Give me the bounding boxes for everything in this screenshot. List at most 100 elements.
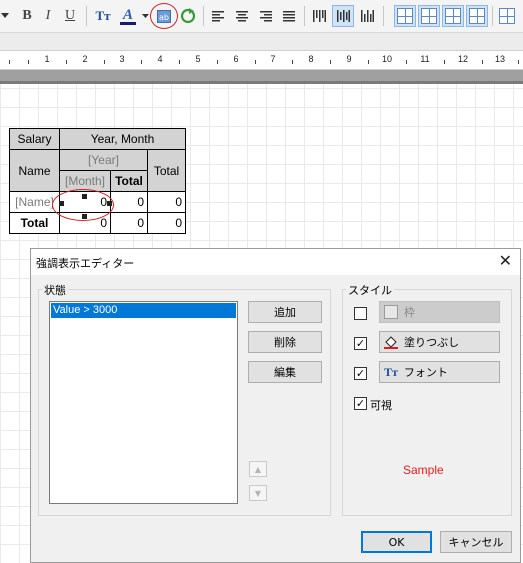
italic-button[interactable]: I <box>39 5 57 27</box>
vertical-align-bottom-icon[interactable] <box>357 5 377 27</box>
arrow-up-icon: ▲ <box>254 464 262 474</box>
selection-handle[interactable] <box>82 194 87 199</box>
ruler-mark: 4 <box>157 54 163 64</box>
page-margin-bar <box>0 70 523 84</box>
border-style-button: 枠 <box>379 301 500 323</box>
cancel-button[interactable]: キャンセル <box>440 531 512 553</box>
ruler-mark: 11 <box>420 54 430 64</box>
underline-button[interactable]: U <box>61 5 79 27</box>
horizontal-ruler: 1 2 3 4 5 6 7 8 9 10 11 12 13 <box>0 50 523 70</box>
toolbar-separator <box>203 6 204 26</box>
style-group-label: スタイル <box>346 282 394 298</box>
ruler-mark: 5 <box>195 54 201 64</box>
fill-checkbox[interactable]: ✓ <box>354 337 367 350</box>
font-label: フォント <box>403 366 448 379</box>
ruler-mark: 3 <box>119 54 125 64</box>
close-icon[interactable]: ✕ <box>499 252 512 270</box>
pivot-total-row-label[interactable]: Total <box>9 212 60 234</box>
add-button[interactable]: 追加 <box>248 301 322 323</box>
border-checkbox[interactable] <box>354 307 367 320</box>
style-sample-preview: Sample <box>403 463 444 477</box>
ruler-mark: 7 <box>270 54 276 64</box>
text-color-icon: A <box>122 6 133 23</box>
style-group <box>342 289 512 516</box>
refresh-icon[interactable] <box>178 5 198 27</box>
font-icon: Tт <box>384 364 398 379</box>
border-grid-button[interactable] <box>442 5 464 27</box>
border-grid-button[interactable] <box>466 5 488 27</box>
font-checkbox[interactable]: ✓ <box>354 367 367 380</box>
border-outer-icon <box>445 8 461 24</box>
align-center-icon[interactable] <box>232 5 252 27</box>
ruler-mark: 10 <box>381 54 393 64</box>
check-mark-icon: ✓ <box>355 367 366 380</box>
overflow-chevron-icon[interactable] <box>0 5 10 27</box>
pivot-column-header[interactable]: Year, Month <box>59 128 186 150</box>
paint-bucket-icon <box>384 335 398 349</box>
move-down-button[interactable]: ▼ <box>249 485 267 501</box>
border-grid-button[interactable] <box>497 5 517 27</box>
check-mark-icon: ✓ <box>355 397 366 410</box>
toolbar-separator <box>86 6 87 26</box>
list-item[interactable]: Value > 3000 <box>51 303 236 318</box>
border-inner-icon <box>421 8 437 24</box>
fill-style-button[interactable]: 塗りつぶし <box>379 331 500 353</box>
vertical-align-middle-icon[interactable] <box>332 5 354 27</box>
text-color-button[interactable]: A <box>116 5 140 27</box>
pivot-total-cell[interactable]: 0 <box>110 212 148 234</box>
toolbar-separator <box>304 6 305 26</box>
ok-button[interactable]: OK <box>361 531 432 553</box>
text-color-swatch <box>120 21 136 25</box>
font-icon[interactable]: Tт <box>92 5 114 27</box>
delete-button[interactable]: 削除 <box>248 331 322 353</box>
pivot-table[interactable]: Salary Year, Month Name [Year] Total [Mo… <box>9 128 186 234</box>
border-grid-button[interactable] <box>394 5 416 27</box>
border-label: 枠 <box>404 306 415 319</box>
pivot-month-total[interactable]: Total <box>110 170 148 192</box>
bold-button[interactable]: B <box>18 5 36 27</box>
pivot-year-field[interactable]: [Year] <box>59 149 148 171</box>
formatting-toolbar: B I U Tт A ab <box>0 0 523 33</box>
border-grid-button[interactable] <box>418 5 440 27</box>
vertical-align-top-icon[interactable] <box>309 5 329 27</box>
pivot-corner-cell[interactable]: Salary <box>9 128 60 150</box>
toolbar-separator <box>492 6 493 26</box>
border-all-icon <box>397 8 413 24</box>
pivot-data-cell[interactable]: 0 <box>147 191 186 213</box>
selection-handle[interactable] <box>82 214 87 219</box>
font-style-button[interactable]: Tт フォント <box>379 361 500 383</box>
move-up-button[interactable]: ▲ <box>249 461 267 477</box>
pivot-total-cell[interactable]: 0 <box>147 212 186 234</box>
ruler-mark: 6 <box>233 54 239 64</box>
pivot-name-row-label[interactable]: [Name] <box>9 191 60 213</box>
ruler-mark: 12 <box>457 54 469 64</box>
ruler-mark: 8 <box>308 54 314 64</box>
selection-handle[interactable] <box>59 201 64 206</box>
pivot-data-cell[interactable]: 0 <box>110 191 148 213</box>
visible-checkbox[interactable]: ✓ <box>354 397 367 410</box>
pivot-month-field[interactable]: [Month] <box>59 170 111 192</box>
border-none-icon <box>499 8 515 24</box>
ruler-mark: 1 <box>44 54 50 64</box>
highlight-annotation-ellipse <box>150 3 178 29</box>
ruler-mark: 13 <box>494 54 506 64</box>
pivot-row-field[interactable]: Name <box>9 149 60 192</box>
align-right-icon[interactable] <box>256 5 276 27</box>
selection-handle[interactable] <box>107 201 112 206</box>
check-mark-icon: ✓ <box>355 337 366 350</box>
highlight-editor-dialog: 強調表示エディター ✕ 状態 Value > 3000 追加 削除 編集 ▲ ▼… <box>30 248 521 563</box>
edit-button[interactable]: 編集 <box>248 361 322 383</box>
visible-label: 可視 <box>370 399 392 412</box>
dialog-title: 強調表示エディター <box>36 257 135 270</box>
ruler-mark: 2 <box>82 54 88 64</box>
fill-label: 塗りつぶし <box>404 336 460 349</box>
text-color-dropdown-icon[interactable] <box>140 5 150 27</box>
dialog-title-bar[interactable]: 強調表示エディター ✕ <box>31 249 520 275</box>
conditions-list[interactable]: Value > 3000 <box>49 301 238 504</box>
conditions-group-label: 状態 <box>42 282 68 298</box>
border-horizontal-icon <box>469 8 485 24</box>
justify-icon[interactable] <box>279 5 299 27</box>
pivot-column-total[interactable]: Total <box>147 149 186 192</box>
toolbar-separator <box>383 6 384 26</box>
align-left-icon[interactable] <box>208 5 228 27</box>
